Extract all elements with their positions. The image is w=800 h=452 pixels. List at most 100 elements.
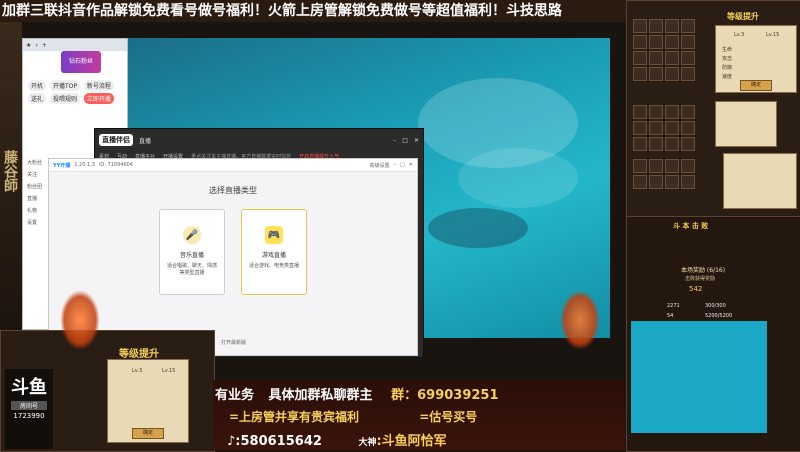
plus-icon[interactable]: + — [42, 42, 47, 49]
browser-row-2[interactable]: 粉丝团 — [27, 183, 42, 190]
browser-tab-bar: ★ › + — [23, 39, 127, 51]
level-confirm-button[interactable]: 确定 — [740, 80, 772, 91]
browser-row-5[interactable]: 设置 — [27, 219, 37, 226]
pill-2[interactable]: 新号流程 — [83, 80, 114, 91]
promo-group-number: 699039251 — [417, 388, 499, 403]
stat-label: 攻击 — [722, 56, 733, 62]
browser-row-0[interactable]: 大粉丝 — [27, 159, 42, 166]
inventory-slot[interactable] — [649, 19, 663, 33]
promo-tiktok-id: :580615642 — [235, 434, 322, 449]
room-label: 房间号 — [11, 401, 47, 410]
stat-card-3 — [723, 153, 797, 209]
inventory-slot[interactable] — [633, 51, 647, 65]
inventory-slot[interactable] — [649, 105, 663, 119]
start-live-button[interactable]: 立即开播 — [83, 93, 114, 104]
inventory-slot[interactable] — [633, 19, 647, 33]
inventory-slot[interactable] — [681, 67, 695, 81]
inventory-slot[interactable] — [633, 175, 647, 189]
inventory-slot[interactable] — [633, 35, 647, 49]
stat-label: 生命 — [722, 47, 733, 53]
inventory-slot[interactable] — [649, 51, 663, 65]
inventory-slot[interactable] — [633, 67, 647, 81]
inventory-slot[interactable] — [665, 159, 679, 173]
stat-label: 速度 — [722, 74, 733, 80]
browser-row-1[interactable]: 关注 — [27, 171, 37, 178]
inventory-slot[interactable] — [649, 121, 663, 135]
reward-title: 本场奖励 (6/16) — [681, 267, 726, 274]
window-minimize-icon[interactable]: – — [393, 137, 396, 144]
inventory-slot[interactable] — [681, 121, 695, 135]
boss-title: 斗 本 击 败 — [673, 222, 709, 230]
browser-row-4[interactable]: 礼物 — [27, 207, 37, 214]
inventory-slot[interactable] — [681, 105, 695, 119]
inventory-slot[interactable] — [665, 137, 679, 151]
promo-group-label: 群： — [391, 388, 418, 403]
bottom-level-from: Lv.3 — [132, 368, 143, 374]
inventory-grid-mid — [633, 105, 695, 151]
inventory-slot[interactable] — [649, 67, 663, 81]
dialog-minimize-icon[interactable]: – — [394, 162, 397, 168]
promo-admin: =上房管并享有贵宾福利 — [229, 410, 360, 424]
window-maximize-icon[interactable]: □ — [402, 137, 408, 144]
music-live-label: 音乐直播 — [179, 252, 204, 259]
gamepad-icon: 🎮 — [265, 226, 283, 244]
dialog-brand: YY开播 — [53, 162, 71, 169]
inventory-slot[interactable] — [665, 19, 679, 33]
game-panel-bottom-left: 等级提升 Lv.3 Lv.15 确定 斗鱼 房间号 1723990 — [0, 330, 215, 452]
window-close-icon[interactable]: ✕ — [414, 137, 419, 144]
pill-4[interactable]: 投喂规则 — [49, 93, 80, 104]
inventory-slot[interactable] — [633, 121, 647, 135]
dialog-close-icon[interactable]: ✕ — [409, 162, 413, 168]
inventory-grid-top — [633, 19, 695, 81]
inventory-slot[interactable] — [681, 159, 695, 173]
stat-label: 防御 — [722, 65, 733, 71]
bottom-level-confirm-button[interactable]: 确定 — [132, 428, 164, 439]
app-logo: 直播伴侣 — [99, 134, 133, 146]
inventory-slot[interactable] — [649, 35, 663, 49]
douyu-watermark: 斗鱼 房间号 1723990 — [5, 369, 53, 449]
dialog-settings-link[interactable]: 高级设置 — [370, 162, 390, 169]
dialog-title: 选择直播类型 — [209, 186, 257, 195]
inventory-slot[interactable] — [633, 105, 647, 119]
inventory-slot[interactable] — [665, 51, 679, 65]
game-live-label: 游戏直播 — [261, 252, 286, 259]
inventory-slot[interactable] — [665, 35, 679, 49]
inventory-slot[interactable] — [665, 105, 679, 119]
live-type-dialog: YY开播 1.20.1.3 ID: 71094604 高级设置 – □ ✕ 选择… — [48, 158, 418, 356]
dialog-footer-link[interactable]: 打开最新版 — [221, 339, 246, 346]
inventory-slot[interactable] — [681, 19, 695, 33]
inventory-slot[interactable] — [681, 175, 695, 189]
chevron-icon[interactable]: › — [35, 42, 37, 49]
inventory-slot[interactable] — [681, 51, 695, 65]
music-live-card[interactable]: 🎤 音乐直播 适合唱歌、聊天、情感等类型直播 — [159, 209, 225, 295]
inventory-slot[interactable] — [681, 35, 695, 49]
inventory-slot[interactable] — [665, 67, 679, 81]
flag-count: 542 — [689, 285, 703, 293]
inventory-slot[interactable] — [665, 121, 679, 135]
level-stats: 生命 攻击 防御 速度 — [722, 46, 732, 82]
browser-row-3[interactable]: 直播 — [27, 195, 37, 202]
inventory-slot[interactable] — [649, 137, 663, 151]
game-panel-right: 等级提升 Lv.3 Lv.15 生命 攻击 防御 速度 确定 — [626, 0, 800, 218]
dialog-maximize-icon[interactable]: □ — [400, 162, 405, 168]
profile-banner[interactable]: 钻石粉丝 — [61, 51, 101, 73]
inventory-slot[interactable] — [649, 159, 663, 173]
pill-1[interactable]: 开播TOP — [49, 80, 80, 91]
pill-0[interactable]: 开机 — [28, 80, 47, 91]
douyu-logo: 斗鱼 — [11, 377, 47, 398]
bottom-level-to: Lv.15 — [162, 368, 176, 374]
game-live-card[interactable]: 🎮 游戏直播 适合游戏、电竞类直播 — [241, 209, 307, 295]
gold-value-4: 5200/5200 — [705, 313, 733, 319]
inventory-slot[interactable] — [665, 175, 679, 189]
app-tab-live[interactable]: 直播 — [139, 136, 151, 145]
pill-3[interactable]: 送礼 — [28, 93, 47, 104]
promo-contact: 具体加群私聊群主 — [268, 388, 373, 403]
inventory-slot[interactable] — [649, 175, 663, 189]
gold-value-3: 54 — [667, 313, 674, 319]
inventory-slot[interactable] — [633, 159, 647, 173]
level-up-card: Lv.3 Lv.15 生命 攻击 防御 速度 确定 — [715, 25, 797, 93]
star-icon[interactable]: ★ — [26, 42, 31, 49]
inventory-slot[interactable] — [681, 137, 695, 151]
inventory-slot[interactable] — [633, 137, 647, 151]
dialog-version: 1.20.1.3 — [74, 162, 95, 168]
